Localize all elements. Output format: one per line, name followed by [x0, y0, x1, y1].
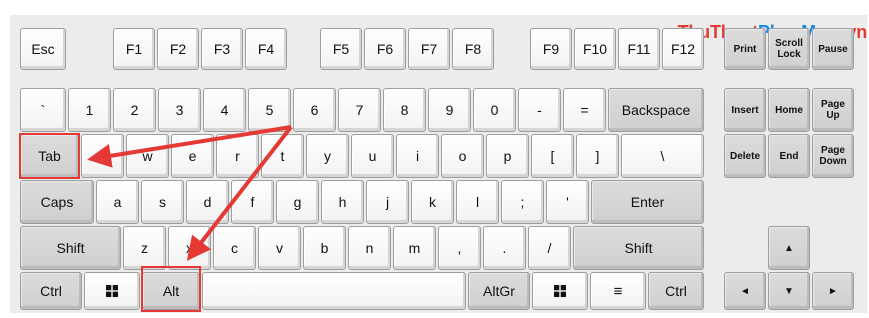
key-f3[interactable]: F3 — [201, 28, 243, 70]
key-backtick[interactable]: ` — [20, 88, 66, 132]
key-w[interactable]: w — [126, 134, 169, 178]
key-scroll-lock[interactable]: Scroll Lock — [768, 28, 810, 70]
key-f10[interactable]: F10 — [574, 28, 616, 70]
key-tab[interactable]: Tab — [20, 134, 79, 178]
key-a[interactable]: a — [96, 180, 139, 224]
key-b[interactable]: b — [303, 226, 346, 270]
key-8[interactable]: 8 — [383, 88, 426, 132]
key-caps[interactable]: Caps — [20, 180, 94, 224]
key-f7[interactable]: F7 — [408, 28, 450, 70]
windows-icon — [554, 285, 566, 297]
key-i[interactable]: i — [396, 134, 439, 178]
key-o[interactable]: o — [441, 134, 484, 178]
key-9[interactable]: 9 — [428, 88, 471, 132]
key-equals[interactable]: = — [563, 88, 606, 132]
windows-icon — [106, 285, 118, 297]
key-f12[interactable]: F12 — [662, 28, 704, 70]
key-shift-left[interactable]: Shift — [20, 226, 121, 270]
key-windows-right[interactable] — [532, 272, 588, 310]
key-windows-left[interactable] — [84, 272, 140, 310]
key-shift-right[interactable]: Shift — [573, 226, 704, 270]
key-arrow-up[interactable]: ▲ — [768, 226, 810, 270]
key-x[interactable]: x — [168, 226, 211, 270]
key-l[interactable]: l — [456, 180, 499, 224]
key-q[interactable]: q — [81, 134, 124, 178]
key-delete[interactable]: Delete — [724, 134, 766, 178]
key-e[interactable]: e — [171, 134, 214, 178]
key-ctrl-right[interactable]: Ctrl — [648, 272, 704, 310]
key-arrow-left[interactable]: ◄ — [724, 272, 766, 310]
key-menu[interactable]: ≡ — [590, 272, 646, 310]
key-minus[interactable]: - — [518, 88, 561, 132]
key-print[interactable]: Print — [724, 28, 766, 70]
key-f6[interactable]: F6 — [364, 28, 406, 70]
key-ctrl-left[interactable]: Ctrl — [20, 272, 82, 310]
key-page-down[interactable]: Page Down — [812, 134, 854, 178]
key-f8[interactable]: F8 — [452, 28, 494, 70]
key-altgr[interactable]: AltGr — [468, 272, 530, 310]
key-g[interactable]: g — [276, 180, 319, 224]
key-f9[interactable]: F9 — [530, 28, 572, 70]
key-esc[interactable]: Esc — [20, 28, 66, 70]
key-home[interactable]: Home — [768, 88, 810, 132]
key-f[interactable]: f — [231, 180, 274, 224]
key-right-bracket[interactable]: ] — [576, 134, 619, 178]
key-4[interactable]: 4 — [203, 88, 246, 132]
key-arrow-right[interactable]: ► — [812, 272, 854, 310]
key-5[interactable]: 5 — [248, 88, 291, 132]
key-m[interactable]: m — [393, 226, 436, 270]
key-y[interactable]: y — [306, 134, 349, 178]
key-s[interactable]: s — [141, 180, 184, 224]
key-n[interactable]: n — [348, 226, 391, 270]
key-end[interactable]: End — [768, 134, 810, 178]
key-backspace[interactable]: Backspace — [608, 88, 704, 132]
key-slash[interactable]: / — [528, 226, 571, 270]
key-backslash[interactable]: \ — [621, 134, 704, 178]
key-insert[interactable]: Insert — [724, 88, 766, 132]
key-p[interactable]: p — [486, 134, 529, 178]
key-f4[interactable]: F4 — [245, 28, 287, 70]
key-pause[interactable]: Pause — [812, 28, 854, 70]
key-1[interactable]: 1 — [68, 88, 111, 132]
key-enter[interactable]: Enter — [591, 180, 704, 224]
key-k[interactable]: k — [411, 180, 454, 224]
key-z[interactable]: z — [123, 226, 166, 270]
key-page-up[interactable]: Page Up — [812, 88, 854, 132]
key-6[interactable]: 6 — [293, 88, 336, 132]
key-comma[interactable]: , — [438, 226, 481, 270]
key-period[interactable]: . — [483, 226, 526, 270]
key-alt[interactable]: Alt — [142, 272, 200, 310]
key-2[interactable]: 2 — [113, 88, 156, 132]
key-f11[interactable]: F11 — [618, 28, 660, 70]
key-d[interactable]: d — [186, 180, 229, 224]
key-r[interactable]: r — [216, 134, 259, 178]
key-arrow-down[interactable]: ▼ — [768, 272, 810, 310]
key-t[interactable]: t — [261, 134, 304, 178]
key-v[interactable]: v — [258, 226, 301, 270]
key-3[interactable]: 3 — [158, 88, 201, 132]
key-f5[interactable]: F5 — [320, 28, 362, 70]
key-f2[interactable]: F2 — [157, 28, 199, 70]
key-f1[interactable]: F1 — [113, 28, 155, 70]
key-left-bracket[interactable]: [ — [531, 134, 574, 178]
key-0[interactable]: 0 — [473, 88, 516, 132]
key-7[interactable]: 7 — [338, 88, 381, 132]
key-j[interactable]: j — [366, 180, 409, 224]
key-quote[interactable]: ' — [546, 180, 589, 224]
key-h[interactable]: h — [321, 180, 364, 224]
key-u[interactable]: u — [351, 134, 394, 178]
key-c[interactable]: c — [213, 226, 256, 270]
key-semicolon[interactable]: ; — [501, 180, 544, 224]
key-space[interactable] — [202, 272, 466, 310]
